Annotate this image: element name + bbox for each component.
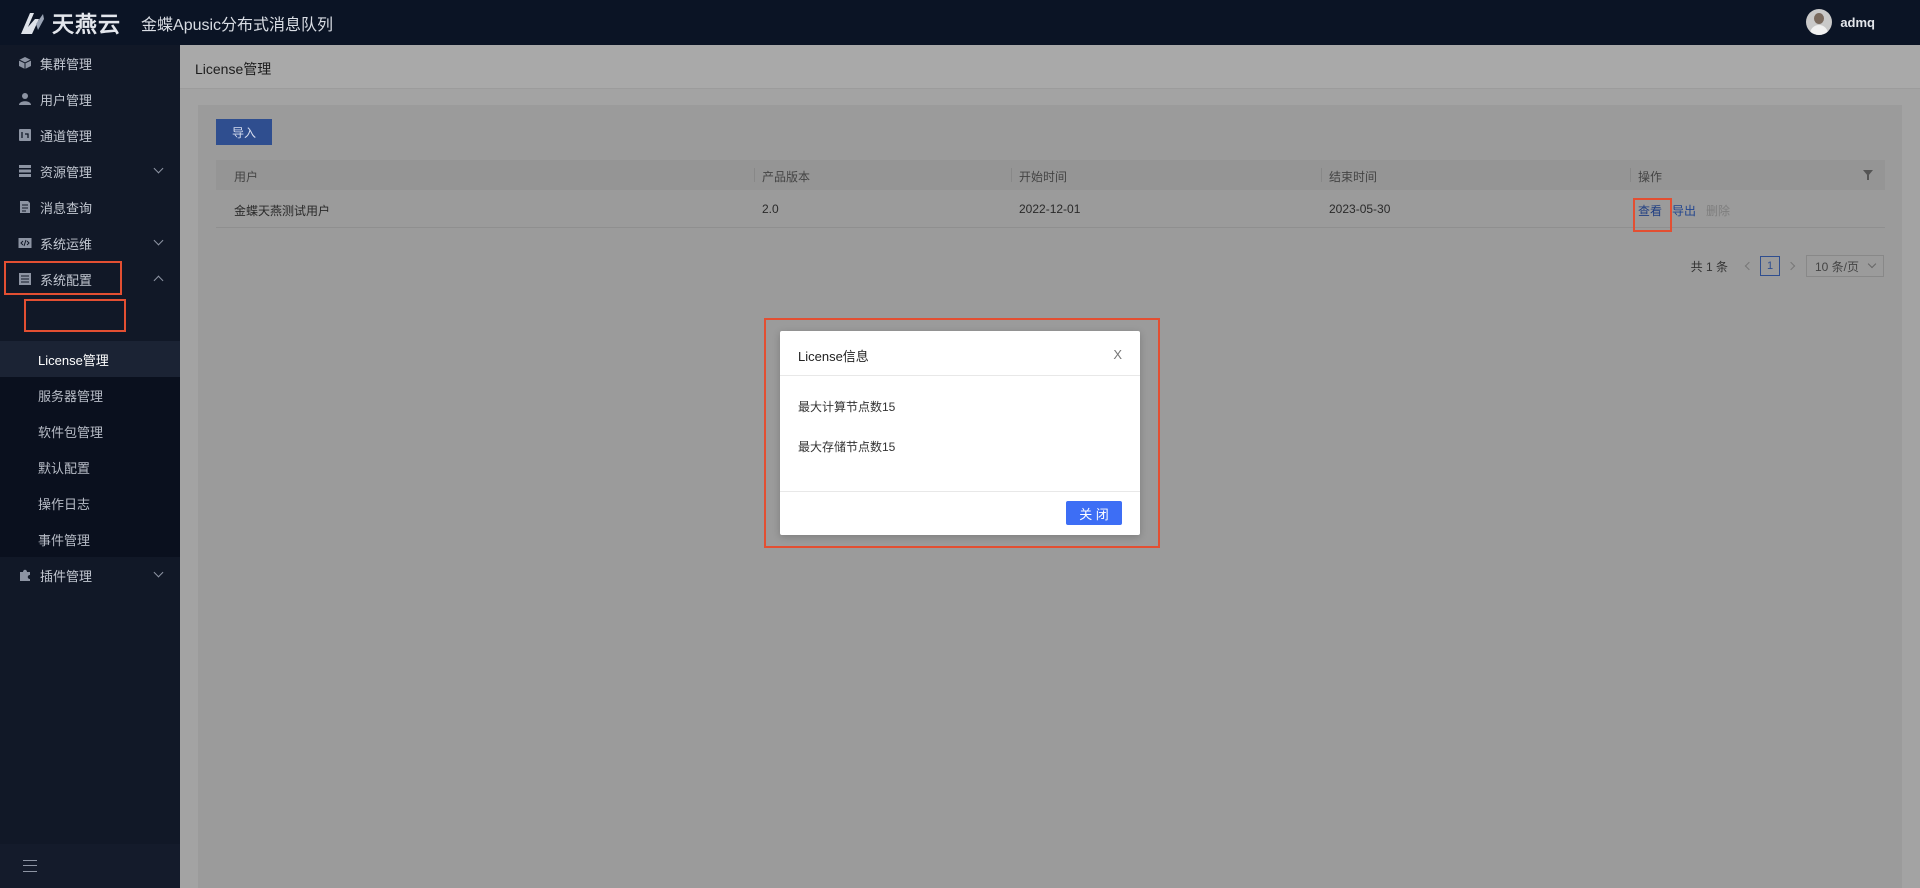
pagination-total: 共 1 条 [1690,259,1728,274]
sidebar-item-label: 事件管理 [38,532,91,548]
highlight-box-config [4,261,122,295]
sidebar-item-messages[interactable]: 消息查询 [0,189,180,225]
page-number[interactable]: 1 [1760,256,1780,276]
user-menu[interactable]: admq [1806,9,1875,35]
sidebar-item-label: License管理 [38,352,109,368]
avatar[interactable] [1806,9,1833,35]
sidebar-item-label: 系统运维 [40,236,93,252]
export-link[interactable]: 导出 [1672,202,1696,219]
user-icon [18,92,32,106]
pagination: 共 1 条 1 10 条/页 [1691,255,1884,277]
logo-mark-icon [18,10,46,36]
cell-start-date: 2022-12-01 [1019,202,1081,216]
sidebar-item-label: 消息查询 [40,200,93,216]
column-divider [1630,168,1631,182]
sidebar-item-default-config[interactable]: 默认配置 [0,449,180,485]
table-header: 用户 产品版本 开始时间 结束时间 操作 [216,160,1885,190]
channel-icon [18,128,32,142]
username[interactable]: admq [1840,15,1875,30]
sidebar-item-resources[interactable]: 资源管理 [0,153,180,189]
highlight-box-modal [764,318,1160,548]
top-bar: 天燕云 金蝶Apusic分布式消息队列 admq [0,0,1920,45]
code-icon [18,236,32,250]
cell-version: 2.0 [762,202,779,216]
sidebar-item-license[interactable]: License管理 [0,341,180,377]
logo[interactable]: 天燕云 [18,7,121,39]
page-size-select[interactable]: 10 条/页 [1806,255,1884,277]
sidebar-item-servers[interactable]: 服务器管理 [0,377,180,413]
chevron-down-icon [153,163,164,174]
sidebar-item-packages[interactable]: 软件包管理 [0,413,180,449]
sidebar-item-label: 操作日志 [38,496,91,512]
sidebar-item-label: 默认配置 [38,460,91,476]
sidebar-item-label: 服务器管理 [38,388,104,404]
logo-text: 天燕云 [52,11,122,37]
cube-icon [18,56,32,70]
column-header-start: 开始时间 [1019,170,1068,184]
column-divider [1011,168,1012,182]
column-divider [754,168,755,182]
sidebar: 集群管理 用户管理 通道管理 资源管理 消息查询 系统运维 系统配置 Licen… [0,45,180,888]
sidebar-item-label: 通道管理 [40,128,93,144]
import-button[interactable]: 导入 [216,119,272,145]
sidebar-item-label: 资源管理 [40,164,93,180]
chevron-down-icon [153,567,164,578]
column-header-actions: 操作 [1638,170,1663,184]
sidebar-item-label: 集群管理 [40,56,93,72]
delete-link[interactable]: 删除 [1706,202,1730,219]
sidebar-item-cluster[interactable]: 集群管理 [0,45,180,81]
column-header-end: 结束时间 [1329,170,1378,184]
highlight-box-license [24,299,126,332]
column-header-version: 产品版本 [762,170,811,184]
chevron-down-icon [153,235,164,246]
chevron-up-icon [153,275,164,286]
menu-collapse-icon[interactable] [23,860,37,872]
sidebar-item-ops[interactable]: 系统运维 [0,225,180,261]
column-header-user: 用户 [234,170,259,184]
sidebar-footer [0,844,180,888]
cell-end-date: 2023-05-30 [1329,202,1391,216]
config-submenu: License管理 服务器管理 软件包管理 默认配置 操作日志 事件管理 [0,341,180,557]
app-title: 金蝶Apusic分布式消息队列 [141,16,334,34]
sidebar-item-users[interactable]: 用户管理 [0,81,180,117]
sidebar-item-events[interactable]: 事件管理 [0,521,180,557]
column-divider [1321,168,1322,182]
page-header: License管理 [180,45,1920,89]
puzzle-icon [18,568,32,582]
sidebar-item-label: 软件包管理 [38,424,104,440]
cell-user: 金蝶天燕测试用户 [234,204,331,218]
resource-icon [18,164,32,178]
filter-icon[interactable] [1863,170,1873,180]
page-title: License管理 [195,61,272,77]
sidebar-item-channels[interactable]: 通道管理 [0,117,180,153]
sidebar-item-label: 插件管理 [40,568,93,584]
chevron-right-icon[interactable] [1786,261,1796,271]
sidebar-item-oplog[interactable]: 操作日志 [0,485,180,521]
highlight-box-view [1633,198,1672,232]
sidebar-item-plugins[interactable]: 插件管理 [0,557,180,593]
chevron-left-icon[interactable] [1744,261,1754,271]
sidebar-item-label: 用户管理 [40,92,93,108]
message-icon [18,200,32,214]
